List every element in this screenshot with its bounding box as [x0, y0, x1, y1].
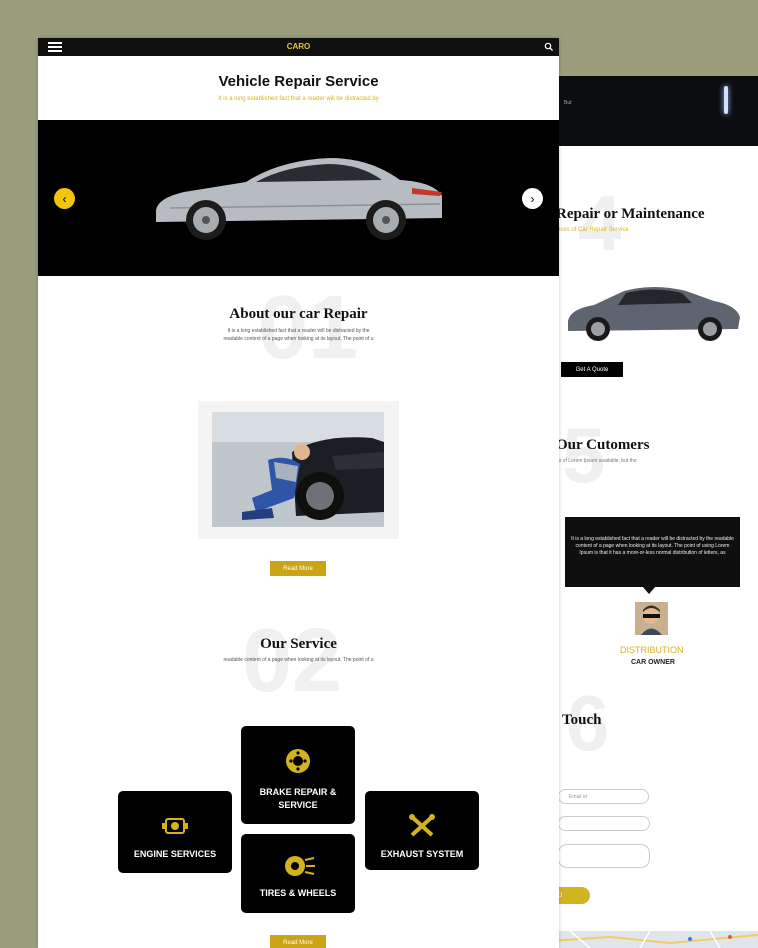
- service-card-label: ENGINE SERVICES: [133, 849, 217, 859]
- hero-slider: [38, 120, 559, 276]
- testimonial-role: CAR OWNER: [631, 659, 675, 666]
- brand-logo[interactable]: CARO: [38, 42, 559, 51]
- grey-car-image: [568, 287, 740, 341]
- section-number: 4: [578, 179, 622, 267]
- about-heading: About our car Repair: [229, 306, 368, 322]
- service-heading: Our Service: [260, 636, 337, 652]
- avatar: [635, 602, 668, 635]
- service-card-engine[interactable]: ENGINE SERVICES: [118, 791, 232, 873]
- email-field[interactable]: Email id: [558, 789, 649, 804]
- testimonial-pointer: [642, 586, 656, 594]
- repair-subtitle: vices of Car Repair Service: [556, 227, 629, 233]
- service-card-label: TIRES & WHEELS: [259, 888, 337, 898]
- about-read-more-button[interactable]: Read More: [270, 561, 326, 576]
- map-preview: [549, 930, 758, 948]
- service-card-label: BRAKE REPAIR & SERVICE: [259, 787, 337, 810]
- service-card-tires[interactable]: TIRES & WHEELS: [241, 834, 355, 913]
- mechanic-photo-frame: [198, 401, 399, 539]
- chevron-right-icon: ›: [530, 191, 535, 206]
- chevron-left-icon: ‹: [62, 191, 67, 206]
- mechanic-photo: [212, 412, 384, 527]
- engine-icon: [162, 818, 188, 834]
- page-title: Vehicle Repair Service: [218, 73, 379, 90]
- wheel-icon: [285, 856, 315, 876]
- testimonial-name: DISTRIBUTION: [620, 645, 684, 655]
- get-quote-button[interactable]: Get A Quote: [561, 362, 623, 377]
- service-card-label: EXHAUST SYSTEM: [380, 849, 464, 859]
- service-text: readable content of a page when looking …: [223, 657, 374, 663]
- contact-heading: Touch: [562, 712, 602, 728]
- customers-heading: Our Cutomers: [556, 437, 650, 453]
- brake-disc-icon: [286, 749, 310, 773]
- about-text-line1: It is a long established fact that a rea…: [227, 328, 370, 334]
- silver-car-image: [156, 158, 442, 240]
- repair-heading: Repair or Maintenance: [556, 206, 705, 222]
- front-page-preview: CARO Vehicle Repair Service It is a long…: [38, 38, 559, 948]
- customers-subtitle: es of Lorem Ipsum available, but the: [556, 458, 637, 464]
- service-card-brake[interactable]: BRAKE REPAIR & SERVICE: [241, 726, 355, 824]
- phone-field[interactable]: [558, 816, 650, 831]
- about-text-line2: readable content of a page when looking …: [223, 336, 374, 342]
- page-subtitle: It is a long established fact that a rea…: [218, 96, 379, 102]
- slider-next-button[interactable]: ›: [522, 188, 543, 209]
- testimonial-box: It is a long established fact that a rea…: [565, 517, 740, 587]
- message-field[interactable]: [558, 844, 650, 868]
- service-read-more-button[interactable]: Read More: [270, 935, 326, 948]
- slider-prev-button[interactable]: ‹: [54, 188, 75, 209]
- search-icon[interactable]: [544, 42, 554, 52]
- section-number: 5: [562, 411, 606, 499]
- headlight-glow: [724, 86, 728, 114]
- back-hero-text: But: [564, 100, 572, 106]
- top-navbar: CARO: [38, 38, 559, 56]
- exhaust-tools-icon: [409, 814, 435, 837]
- service-card-exhaust[interactable]: EXHAUST SYSTEM: [365, 791, 479, 870]
